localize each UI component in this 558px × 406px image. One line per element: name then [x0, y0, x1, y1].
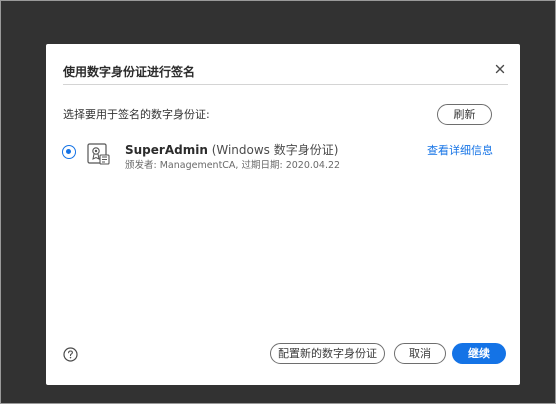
certificate-name: SuperAdmin: [125, 143, 208, 157]
dialog-title: 使用数字身份证进行签名: [63, 65, 196, 79]
close-button[interactable]: [492, 61, 508, 77]
configure-new-id-button[interactable]: 配置新的数字身份证: [270, 343, 385, 364]
certificate-icon: [87, 143, 110, 165]
refresh-button[interactable]: 刷新: [437, 104, 492, 125]
continue-button[interactable]: 继续: [452, 343, 506, 364]
title-divider: [63, 84, 508, 85]
radio-selected-dot: [66, 149, 71, 154]
cancel-button[interactable]: 取消: [394, 343, 446, 364]
sign-with-digital-id-dialog: 使用数字身份证进行签名 选择要用于签名的数字身份证: 刷新 SuperAdmin…: [46, 44, 520, 385]
certificate-name-line: SuperAdmin (Windows 数字身份证): [125, 141, 338, 158]
help-button[interactable]: [63, 347, 78, 362]
help-icon: [63, 347, 78, 362]
certificate-radio[interactable]: [62, 145, 76, 159]
close-icon: [495, 64, 505, 74]
view-details-link[interactable]: 查看详细信息: [427, 142, 493, 158]
certificate-details: 颁发者: ManagementCA, 过期日期: 2020.04.22: [125, 160, 341, 171]
certificate-type: (Windows 数字身份证): [207, 143, 339, 157]
select-id-prompt: 选择要用于签名的数字身份证:: [63, 108, 210, 121]
